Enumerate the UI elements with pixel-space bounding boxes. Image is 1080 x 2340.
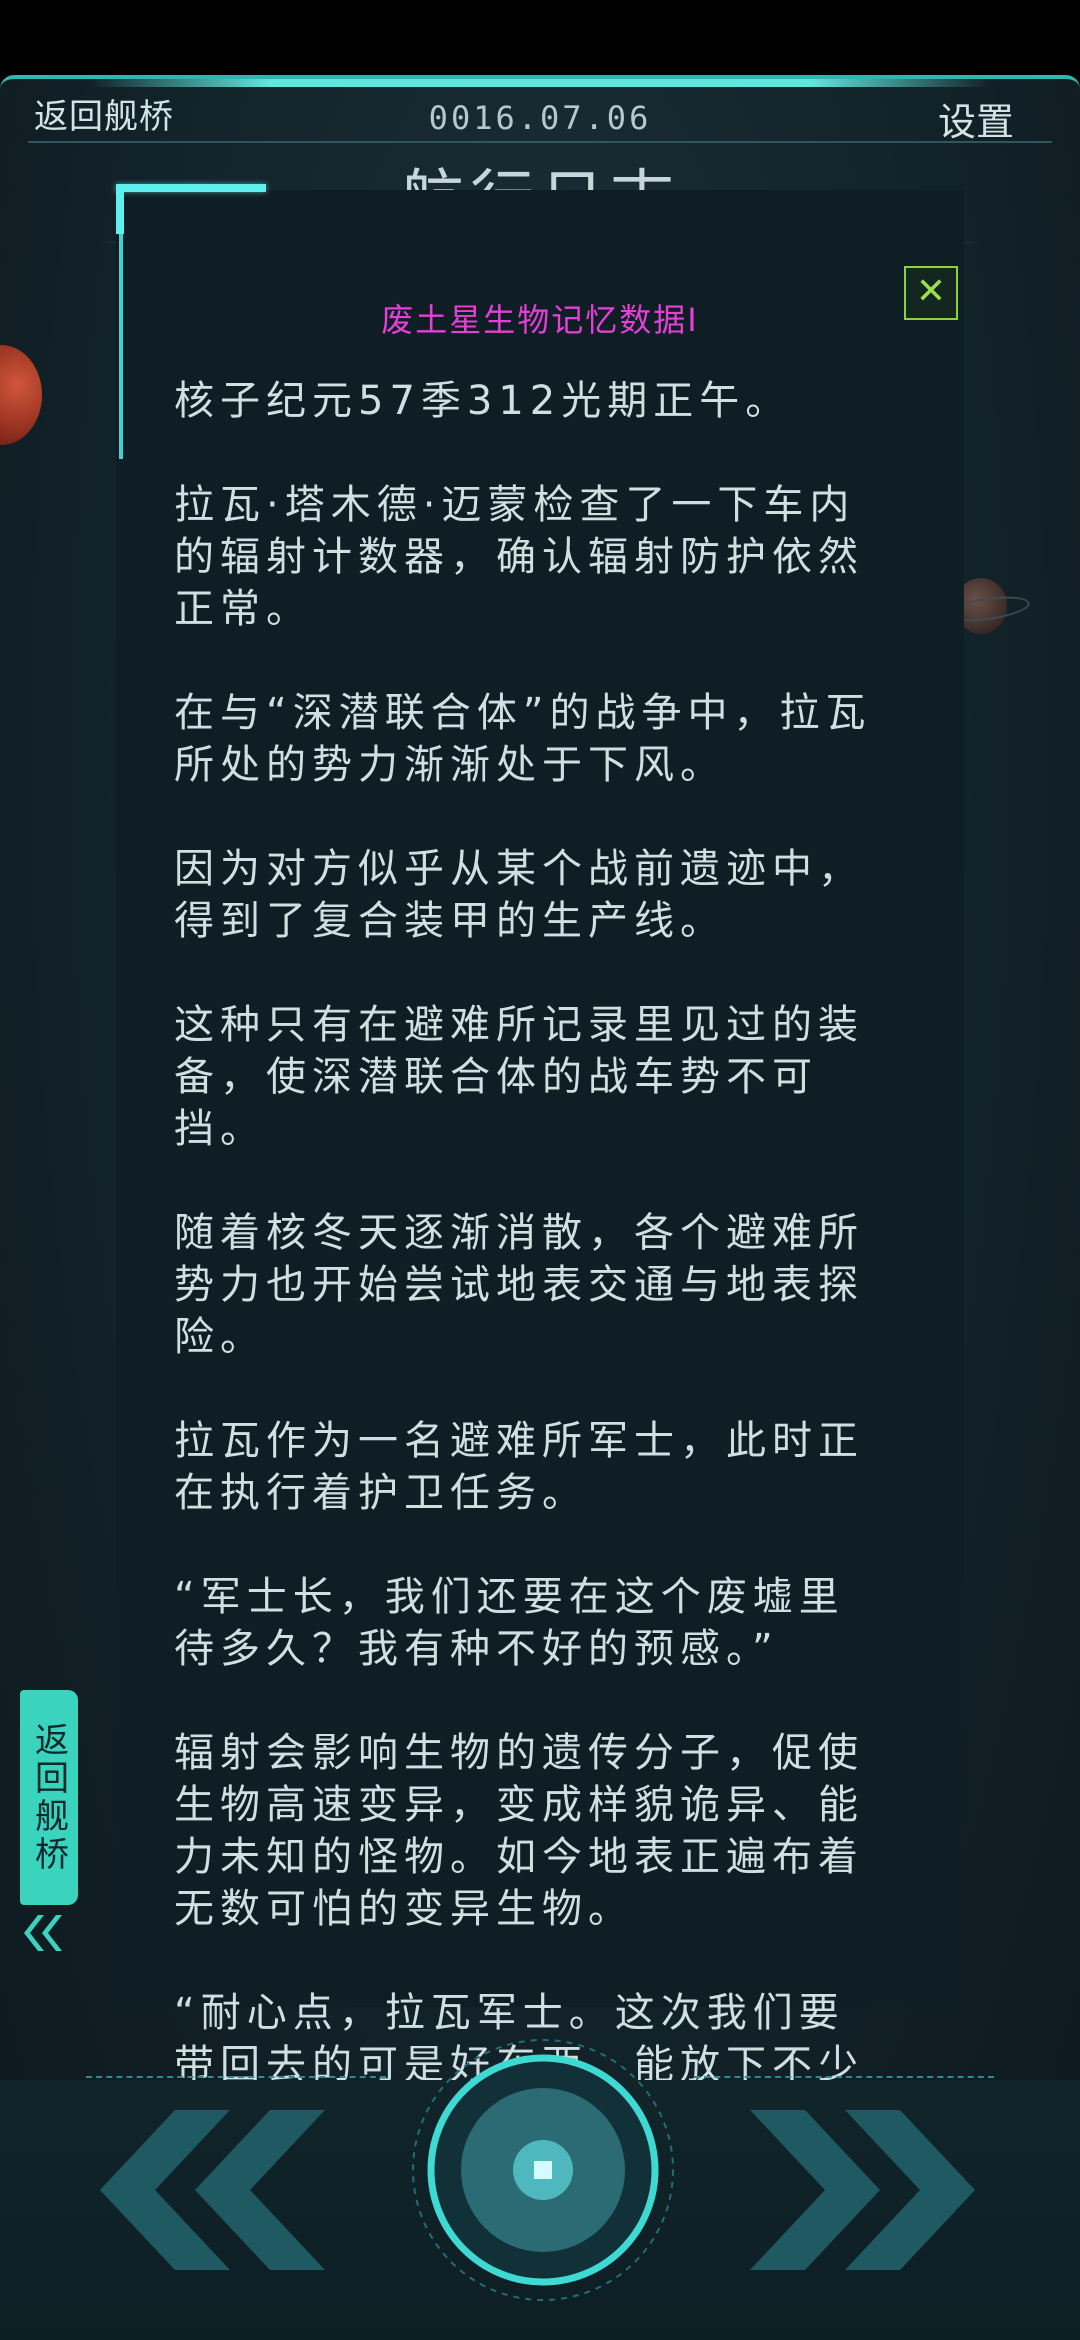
log-paragraph: 随着核冬天逐渐消散，各个避难所势力也开始尝试地表交通与地表探险。 <box>174 1210 864 1360</box>
record-button-icon[interactable] <box>408 2035 678 2305</box>
log-paragraph: 因为对方似乎从某个战前遗迹中，得到了复合装甲的生产线。 <box>174 846 864 944</box>
log-paragraph: 在与“深潜联合体”的战争中，拉瓦所处的势力渐渐处于下风。 <box>174 690 872 788</box>
log-paragraph: 辐射会影响生物的遗传分子，促使生物高速变异，变成样貌诡异、能力未知的怪物。如今地… <box>174 1730 864 1932</box>
log-date: 0016.07.06 <box>428 99 652 137</box>
side-return-tab[interactable]: 返回舰桥 <box>20 1690 78 1905</box>
double-chevron-right-icon[interactable] <box>750 2110 980 2270</box>
log-paragraph: 核子纪元57季312光期正午。 <box>174 378 792 424</box>
log-entry-title: 废土星生物记忆数据I <box>381 301 699 339</box>
log-paragraph: 这种只有在避难所记录里见过的装备，使深潜联合体的战车势不可挡。 <box>174 1002 864 1152</box>
panel-corner-bracket <box>116 184 266 192</box>
top-glow-bar <box>90 79 990 87</box>
log-paragraph: 拉瓦作为一名避难所军士，此时正在执行着护卫任务。 <box>174 1418 864 1516</box>
header-divider <box>28 141 1052 143</box>
log-paragraph: 拉瓦·塔木德·迈蒙检查了一下车内的辐射计数器，确认辐射防护依然正常。 <box>174 482 864 632</box>
side-tab-label: 返回舰桥 <box>28 1721 69 1874</box>
nav-dashed-line <box>694 2076 994 2078</box>
log-text[interactable]: 核子纪元57季312光期正午。 拉瓦·塔木德·迈蒙检查了一下车内的辐射计数器，确… <box>174 375 886 2143</box>
nav-dashed-line <box>86 2076 386 2078</box>
panel-corner-bracket-vertical <box>116 184 124 234</box>
double-chevron-left-icon[interactable] <box>100 2110 330 2270</box>
double-arrow-left-icon[interactable] <box>22 1915 66 1951</box>
panel-corner-line <box>119 234 123 459</box>
settings-button[interactable]: 设置 <box>938 91 1014 146</box>
log-paragraph: “军士长，我们还要在这个废墟里待多久？我有种不好的预感。” <box>174 1574 845 1672</box>
